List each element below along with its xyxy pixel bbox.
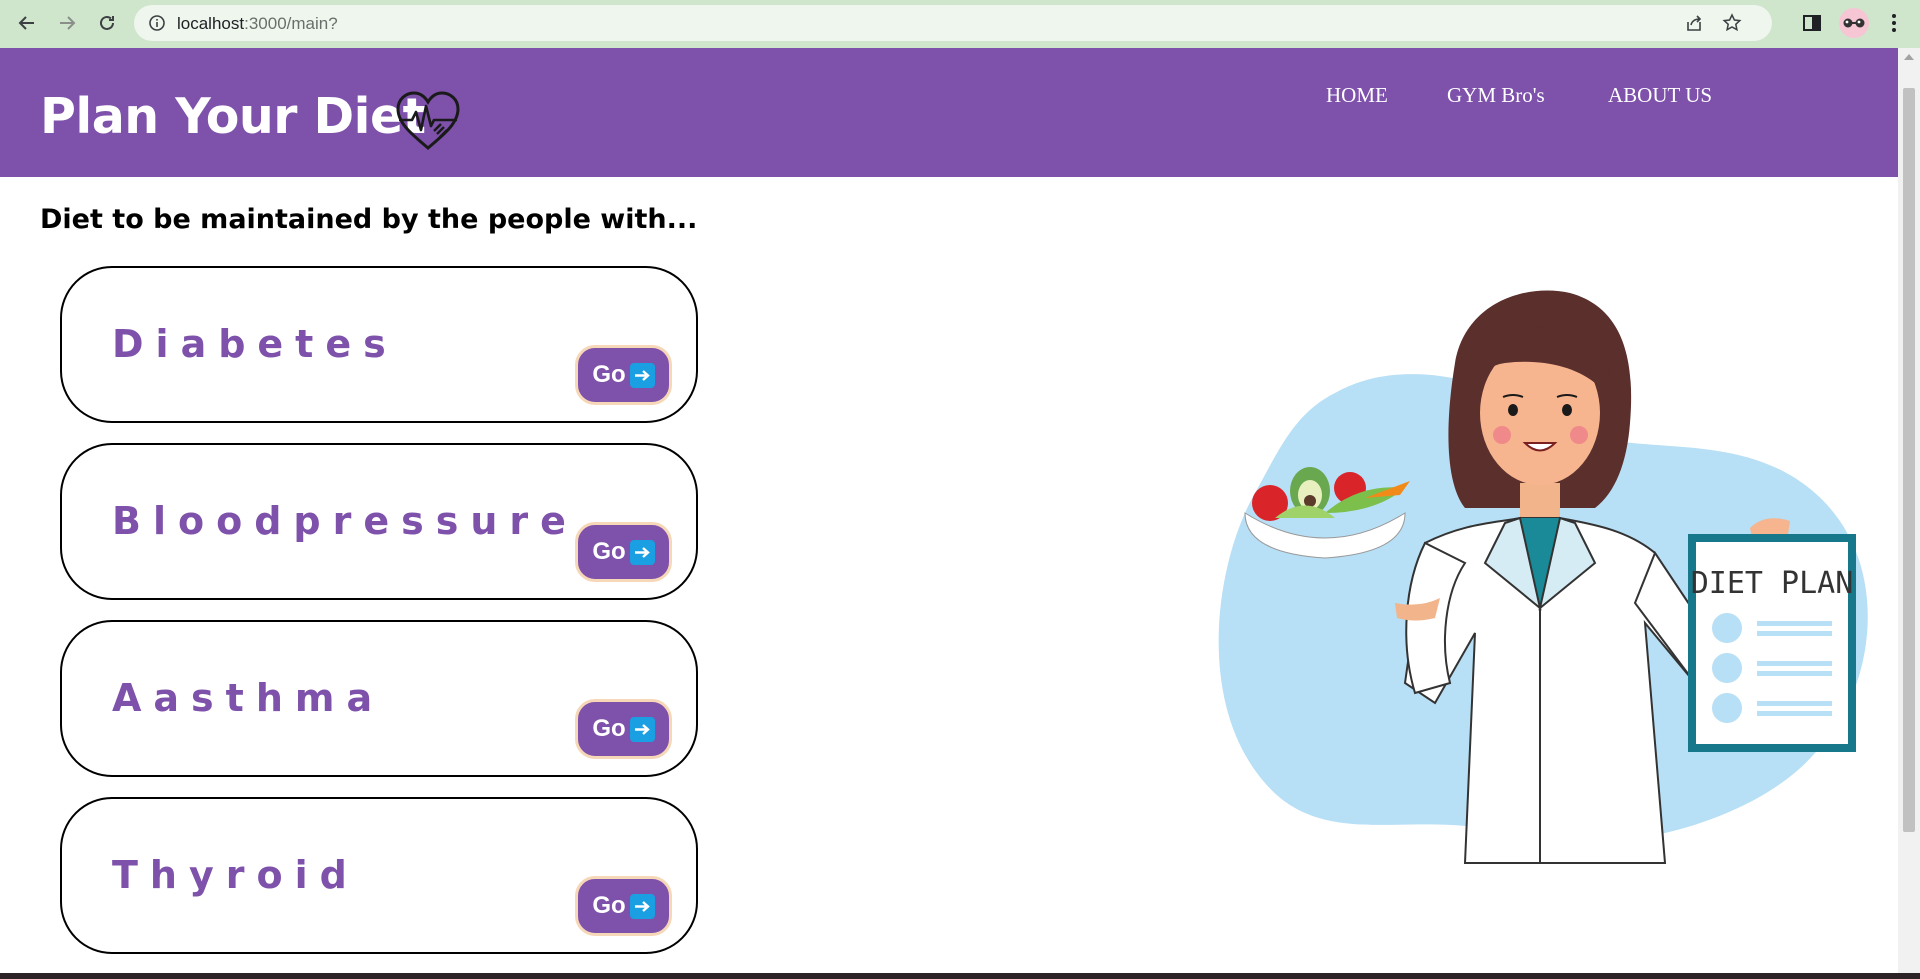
nav-about-us-link[interactable]: ABOUT US [1608, 83, 1712, 108]
go-button[interactable]: Go [575, 699, 672, 759]
go-button[interactable]: Go [575, 522, 672, 582]
condition-card-thyroid: Thyroid Go [60, 797, 698, 954]
right-arrow-icon [629, 716, 655, 742]
card-label: Aasthma [112, 676, 385, 720]
site-header: Plan Your Diet HOME GYM Bro's ABOUT US [0, 48, 1898, 177]
back-icon[interactable] [12, 8, 42, 38]
reload-icon[interactable] [92, 8, 122, 38]
heart-pulse-icon [396, 91, 460, 150]
url-text: localhost:3000/main? [177, 14, 338, 34]
card-label: Thyroid [112, 853, 359, 897]
url-host: localhost [177, 14, 245, 33]
right-arrow-icon [629, 893, 655, 919]
go-button-label: Go [592, 538, 626, 565]
card-label: Diabetes [112, 322, 398, 366]
right-arrow-icon [629, 362, 655, 388]
condition-card-bloodpressure: Bloodpressure Go [60, 443, 698, 600]
go-button-label: Go [592, 361, 626, 388]
clipboard-title: DIET PLAN [1691, 566, 1854, 601]
profile-avatar[interactable] [1839, 8, 1869, 38]
dietitian-illustration: DIET PLAN [1218, 290, 1868, 864]
nav-gym-bros-link[interactable]: GYM Bro's [1447, 83, 1545, 108]
bookmark-star-icon[interactable] [1722, 13, 1742, 33]
address-bar[interactable]: localhost:3000/main? [134, 5, 1772, 41]
card-label: Bloodpressure [112, 499, 578, 543]
url-path: :3000/main? [244, 14, 338, 33]
share-icon[interactable] [1684, 13, 1704, 33]
site-info-icon[interactable] [148, 14, 166, 32]
page-viewport: Plan Your Diet HOME GYM Bro's ABOUT US D… [0, 48, 1898, 973]
glasses-icon [1843, 18, 1865, 28]
side-panel-icon[interactable] [1802, 13, 1822, 33]
section-heading: Diet to be maintained by the people with… [40, 204, 698, 235]
vertical-scrollbar[interactable] [1898, 48, 1920, 973]
taskbar-edge [0, 973, 1920, 979]
scrollbar-thumb[interactable] [1903, 88, 1915, 832]
go-button-label: Go [592, 715, 626, 742]
nav-home-link[interactable]: HOME [1326, 83, 1388, 108]
browser-toolbar: localhost:3000/main? [0, 0, 1920, 48]
go-button-label: Go [592, 892, 626, 919]
forward-icon[interactable] [52, 8, 82, 38]
condition-card-aasthma: Aasthma Go [60, 620, 698, 777]
go-button[interactable]: Go [575, 876, 672, 936]
site-title: Plan Your Diet [40, 88, 426, 145]
kebab-menu-icon[interactable] [1888, 10, 1900, 36]
go-button[interactable]: Go [575, 345, 672, 405]
scroll-up-icon[interactable] [1904, 54, 1914, 60]
condition-card-diabetes: Diabetes Go [60, 266, 698, 423]
right-arrow-icon [629, 539, 655, 565]
